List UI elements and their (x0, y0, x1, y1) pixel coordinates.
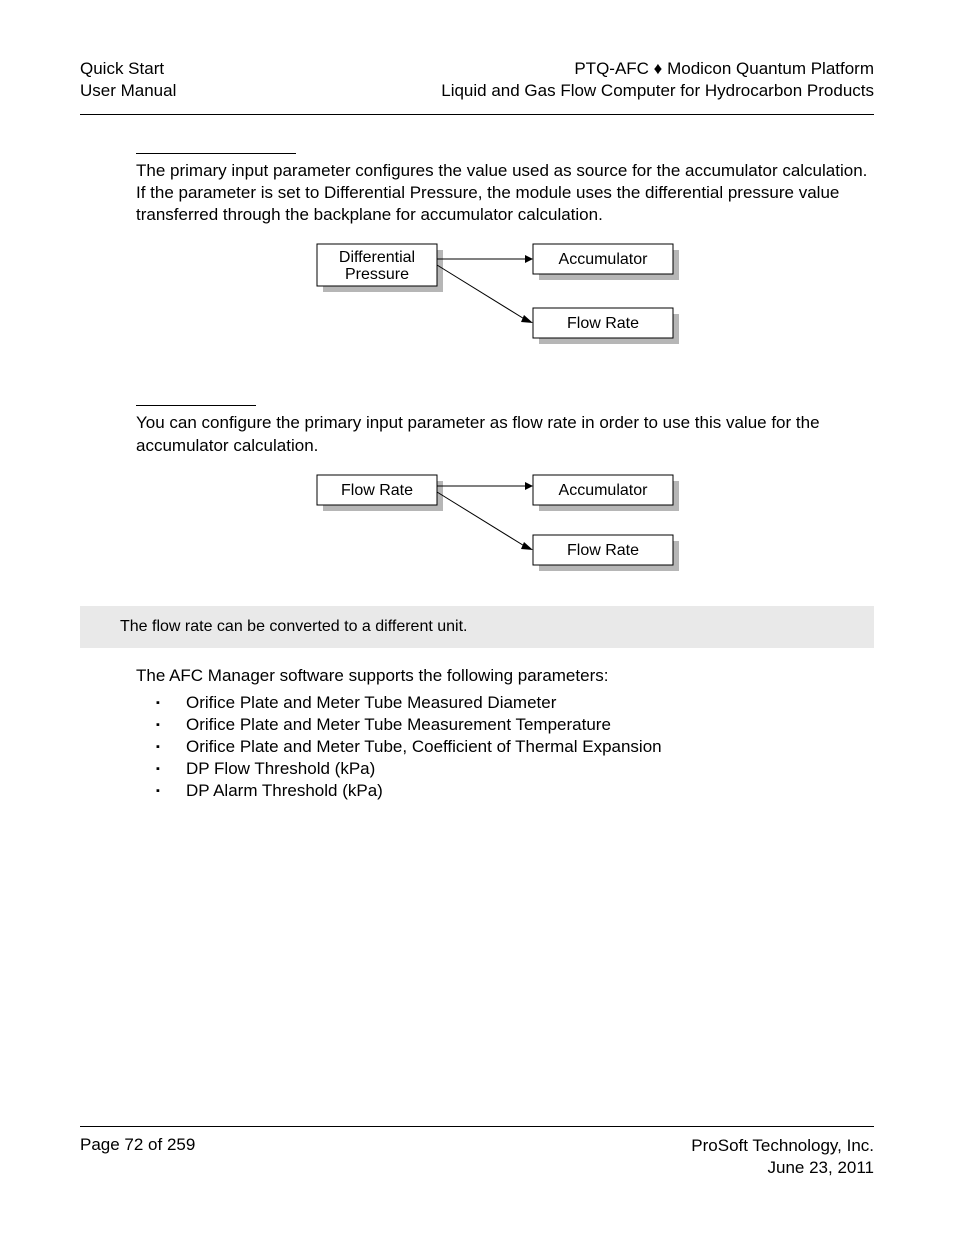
header-product: PTQ-AFC ♦ Modicon Quantum Platform (441, 58, 874, 80)
svg-text:Flow Rate: Flow Rate (567, 542, 639, 559)
note-flow-rate-conversion: The flow rate can be converted to a diff… (80, 606, 874, 648)
footer-company: ProSoft Technology, Inc. (691, 1135, 874, 1157)
section-divider (136, 153, 296, 154)
page-header: Quick Start User Manual PTQ-AFC ♦ Modico… (80, 58, 874, 115)
svg-text:Flow Rate: Flow Rate (567, 316, 639, 333)
diagram1-right-bottom: Flow Rate (567, 316, 639, 333)
diagram-flow-rate: Flow Rate Accumulator Flow Rate (136, 471, 870, 586)
svg-text:Accumulator: Accumulator (559, 252, 649, 269)
list-item: DP Alarm Threshold (kPa) (156, 780, 870, 802)
diagram2-left: Flow Rate (341, 482, 413, 499)
svg-text:Pressure: Pressure (345, 267, 409, 284)
list-item: Orifice Plate and Meter Tube Measured Di… (156, 692, 870, 714)
list-item: Orifice Plate and Meter Tube, Coefficien… (156, 736, 870, 758)
params-intro: The AFC Manager software supports the fo… (136, 666, 870, 686)
footer-page-number: Page 72 of 259 (80, 1135, 195, 1179)
footer-date: June 23, 2011 (691, 1157, 874, 1179)
diagram2-right-bottom: Flow Rate (567, 542, 639, 559)
header-right: PTQ-AFC ♦ Modicon Quantum Platform Liqui… (441, 58, 874, 102)
header-doc-type: User Manual (80, 80, 176, 102)
diagram-differential-pressure: Differential Pressure Accumulator Flow R… (136, 240, 870, 365)
svg-text:Accumulator: Accumulator (559, 482, 649, 499)
header-subtitle: Liquid and Gas Flow Computer for Hydroca… (441, 80, 874, 102)
header-left: Quick Start User Manual (80, 58, 176, 102)
header-section: Quick Start (80, 58, 176, 80)
diagram1-right-top: Accumulator (559, 252, 649, 269)
svg-text:Flow Rate: Flow Rate (341, 482, 413, 499)
paragraph-primary-input: The primary input parameter configures t… (136, 160, 870, 226)
params-list: Orifice Plate and Meter Tube Measured Di… (156, 692, 870, 802)
list-item: Orifice Plate and Meter Tube Measurement… (156, 714, 870, 736)
section-divider (136, 405, 256, 406)
page-footer: Page 72 of 259 ProSoft Technology, Inc. … (80, 1126, 874, 1179)
diagram2-right-top: Accumulator (559, 482, 649, 499)
list-item: DP Flow Threshold (kPa) (156, 758, 870, 780)
svg-text:Differential: Differential (339, 250, 415, 267)
paragraph-flow-rate: You can configure the primary input para… (136, 412, 870, 456)
diagram1-left-line2: Pressure (345, 267, 409, 284)
diagram1-left-line1: Differential (339, 250, 415, 267)
